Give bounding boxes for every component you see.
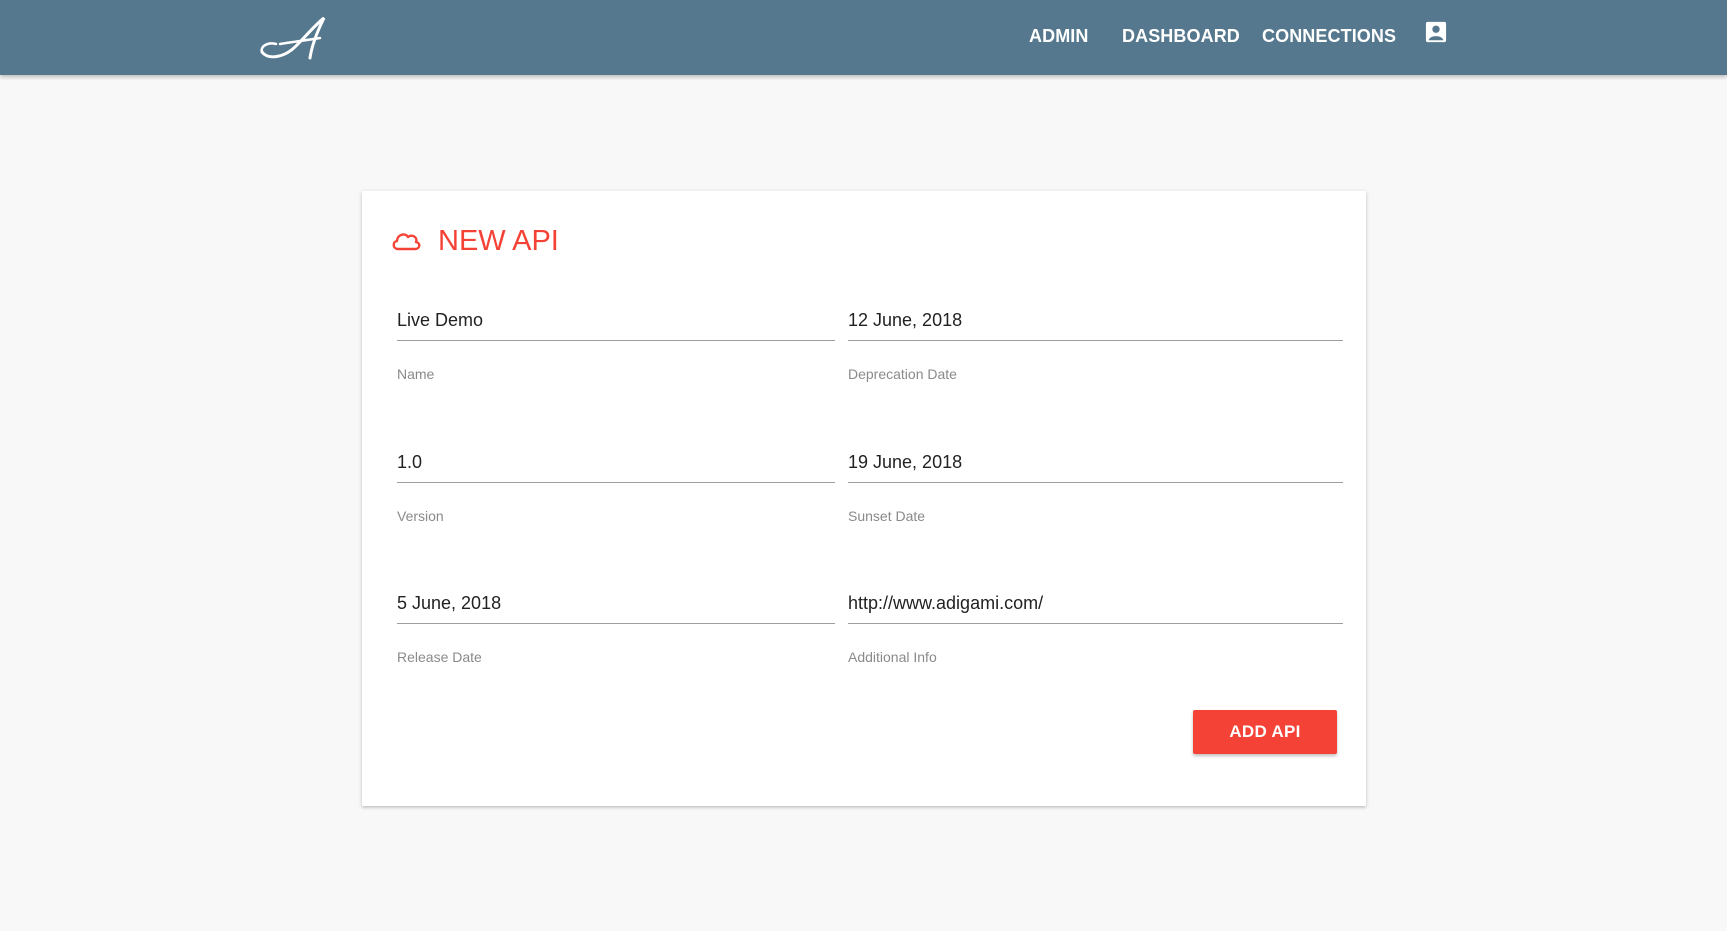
account-box-icon[interactable] [1425,21,1447,43]
additional-info-input[interactable] [848,582,1343,624]
nav-links: ADMIN DASHBOARD CONNECTIONS [0,0,1727,75]
cloud-icon [392,233,421,251]
version-input[interactable] [397,441,835,483]
sunset-date-input[interactable] [848,441,1343,483]
nav-admin-link[interactable]: ADMIN [1029,26,1089,47]
release-date-label: Release Date [397,649,482,665]
card-title: NEW API [438,224,559,257]
add-api-button[interactable]: ADD API [1193,710,1337,754]
nav-connections-link[interactable]: CONNECTIONS [1262,26,1396,47]
version-label: Version [397,508,444,524]
nav-dashboard-link[interactable]: DASHBOARD [1122,26,1240,47]
release-date-input[interactable] [397,582,835,624]
additional-info-label: Additional Info [848,649,937,665]
name-label: Name [397,366,435,382]
name-input[interactable] [397,299,835,341]
sunset-date-label: Sunset Date [848,508,926,524]
card-header: NEW API [390,221,559,261]
new-api-card: NEW API Name Deprecation Date Version Su… [362,191,1366,806]
deprecation-date-input[interactable] [848,299,1343,341]
deprecation-date-label: Deprecation Date [848,366,957,382]
top-navbar: ADMIN DASHBOARD CONNECTIONS [0,0,1727,75]
